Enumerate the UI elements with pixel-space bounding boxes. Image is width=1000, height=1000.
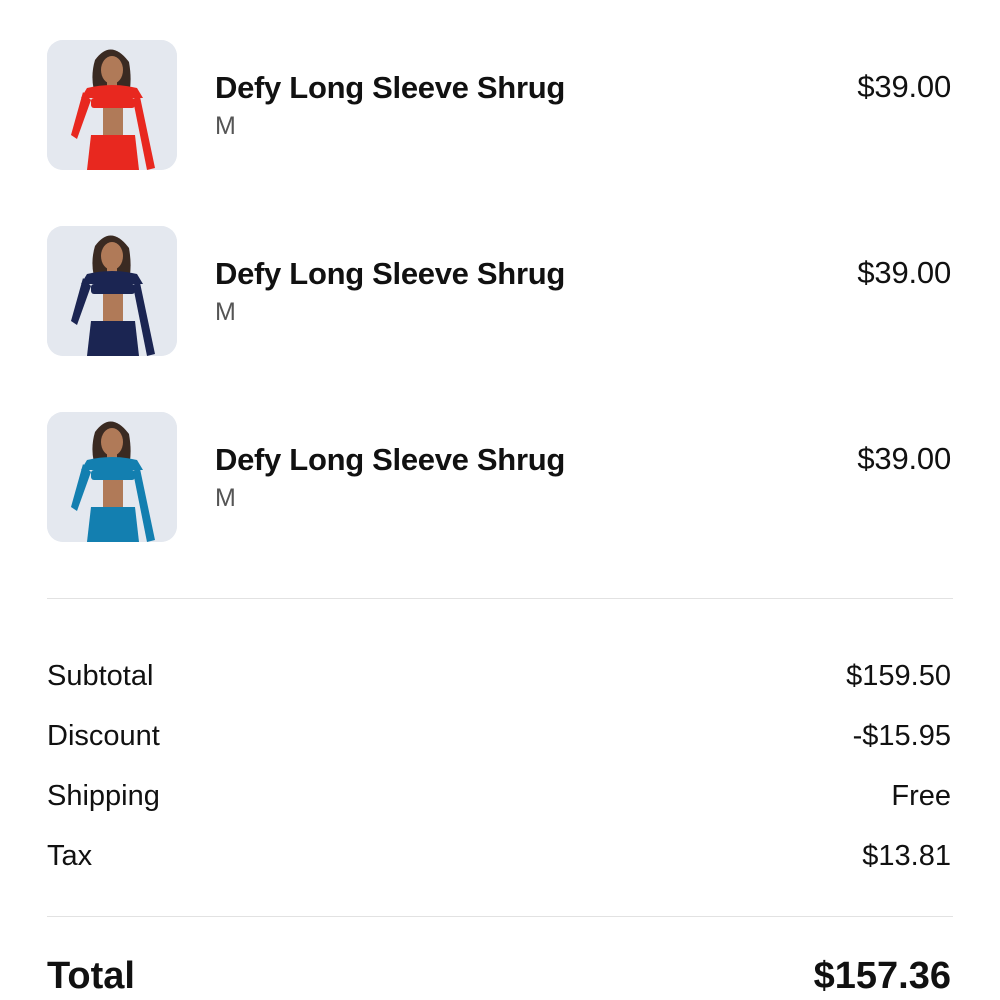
- total-value: $157.36: [813, 955, 951, 997]
- shipping-row: Shipping Free: [47, 780, 951, 820]
- product-photo-red-shrug: [47, 40, 177, 170]
- discount-label: Discount: [47, 720, 160, 752]
- product-photo-navy-shrug: [47, 226, 177, 356]
- tax-value: $13.81: [862, 840, 951, 872]
- total-row: Total $157.36: [47, 955, 951, 1000]
- shipping-label: Shipping: [47, 780, 160, 812]
- subtotal-label: Subtotal: [47, 660, 154, 692]
- item-name[interactable]: Defy Long Sleeve Shrug: [215, 256, 565, 292]
- item-name[interactable]: Defy Long Sleeve Shrug: [215, 70, 565, 106]
- order-item[interactable]: Defy Long Sleeve Shrug M $39.00: [47, 226, 951, 358]
- item-price: $39.00: [857, 441, 951, 476]
- tax-row: Tax $13.81: [47, 840, 951, 880]
- product-photo-teal-shrug: [47, 412, 177, 542]
- subtotal-value: $159.50: [846, 660, 951, 692]
- product-thumbnail[interactable]: [47, 412, 177, 542]
- subtotal-row: Subtotal $159.50: [47, 660, 951, 700]
- summary-divider: [47, 916, 953, 917]
- items-divider: [47, 598, 953, 599]
- order-summary-page: Defy Long Sleeve Shrug M $39.00 Defy Lon…: [0, 0, 1000, 1000]
- order-item[interactable]: Defy Long Sleeve Shrug M $39.00: [47, 412, 951, 544]
- item-price: $39.00: [857, 69, 951, 104]
- item-price: $39.00: [857, 255, 951, 290]
- item-name[interactable]: Defy Long Sleeve Shrug: [215, 442, 565, 478]
- shipping-value: Free: [891, 780, 951, 812]
- tax-label: Tax: [47, 840, 93, 872]
- discount-row: Discount -$15.95: [47, 720, 951, 760]
- discount-value: -$15.95: [852, 720, 951, 752]
- total-label: Total: [47, 955, 135, 997]
- item-variant: M: [215, 112, 236, 140]
- order-item[interactable]: Defy Long Sleeve Shrug M $39.00: [47, 40, 951, 172]
- item-variant: M: [215, 298, 236, 326]
- product-thumbnail[interactable]: [47, 226, 177, 356]
- product-thumbnail[interactable]: [47, 40, 177, 170]
- item-variant: M: [215, 484, 236, 512]
